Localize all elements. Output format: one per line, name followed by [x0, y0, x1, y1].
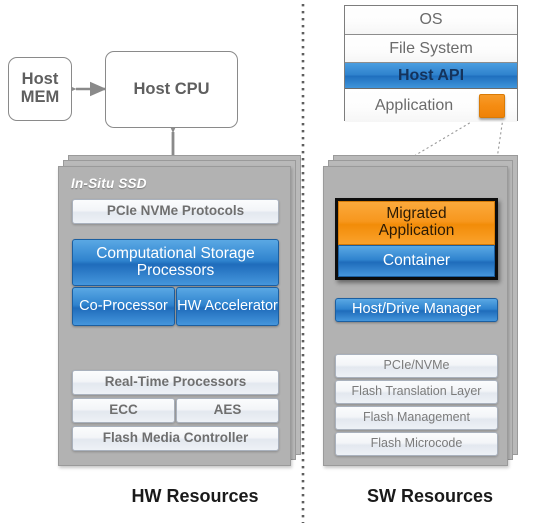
- host-cpu-box: Host CPU: [105, 51, 238, 128]
- tile-flash-media-controller: Flash Media Controller: [72, 426, 279, 451]
- sw-panel: Migrated Application Container Host/Driv…: [323, 166, 508, 466]
- application-chip-icon: [479, 94, 505, 118]
- host-drive-manager-label: Host/Drive Manager: [352, 301, 481, 318]
- ecc-label: ECC: [109, 402, 138, 418]
- tile-co-processor: Co-Processor: [72, 287, 175, 326]
- os-stack-row-file-system: File System: [345, 35, 517, 63]
- hw-accelerator-label: HW Accelerator: [177, 297, 278, 314]
- tile-label: Flash Microcode: [370, 436, 463, 451]
- tile-pcie-nvme-protocols: PCIe NVMe Protocols: [72, 199, 279, 224]
- application-label: Application: [374, 96, 454, 114]
- tile-aes: AES: [176, 398, 279, 423]
- host-mem-label-line2: MEM: [20, 88, 60, 106]
- host-cpu-label: Host CPU: [133, 79, 210, 98]
- os-stack: OS File System Host API Application: [344, 5, 518, 122]
- tile-container: Container: [338, 245, 495, 277]
- file-system-label: File System: [389, 39, 473, 57]
- host-mem-box: Host MEM: [8, 57, 72, 121]
- tile-migrated-application: Migrated Application: [338, 201, 495, 245]
- diagram-canvas: Host MEM Host CPU OS File System Host AP…: [0, 0, 555, 525]
- tile-label: Flash Management: [362, 410, 470, 425]
- tile-ecc: ECC: [72, 398, 175, 423]
- migrated-label-line2: Application: [378, 222, 455, 239]
- flash-media-controller-label: Flash Media Controller: [102, 430, 249, 446]
- csp-label-line1: Computational Storage: [96, 244, 255, 262]
- host-mem-label-line1: Host: [21, 70, 59, 89]
- tile-label: Flash Translation Layer: [351, 384, 482, 399]
- aes-label: AES: [213, 402, 242, 418]
- migrated-app-container-group: Migrated Application Container: [335, 198, 498, 280]
- migrated-label-line1: Migrated: [386, 205, 447, 223]
- os-stack-row-application: Application: [345, 89, 517, 122]
- os-stack-row-os: OS: [345, 6, 517, 35]
- caption-hw-resources: HW Resources: [131, 486, 259, 507]
- tile-pcie-nvme: PCIe/NVMe: [335, 354, 498, 378]
- tile-flash-translation-layer: Flash Translation Layer: [335, 380, 498, 404]
- co-processor-label: Co-Processor: [79, 297, 168, 314]
- hw-panel-title: In-Situ SSD: [71, 176, 147, 191]
- real-time-label: Real-Time Processors: [104, 374, 247, 390]
- tile-hw-accelerator: HW Accelerator: [176, 287, 279, 326]
- tile-flash-microcode: Flash Microcode: [335, 432, 498, 456]
- csp-label-line2: Processors: [136, 261, 215, 279]
- tile-label: PCIe/NVMe: [383, 358, 450, 373]
- os-stack-row-host-api: Host API: [345, 63, 517, 89]
- host-api-label: Host API: [397, 66, 465, 84]
- hw-panel: In-Situ SSD PCIe NVMe Protocols Computat…: [58, 166, 291, 466]
- tile-computational-storage-processors: Computational Storage Processors: [72, 239, 279, 286]
- os-label: OS: [419, 11, 443, 29]
- caption-sw-resources: SW Resources: [366, 486, 494, 507]
- tile-flash-management: Flash Management: [335, 406, 498, 430]
- container-label: Container: [382, 251, 451, 269]
- tile-host-drive-manager: Host/Drive Manager: [335, 298, 498, 322]
- tile-real-time-processors: Real-Time Processors: [72, 370, 279, 395]
- tile-label: PCIe NVMe Protocols: [106, 203, 245, 219]
